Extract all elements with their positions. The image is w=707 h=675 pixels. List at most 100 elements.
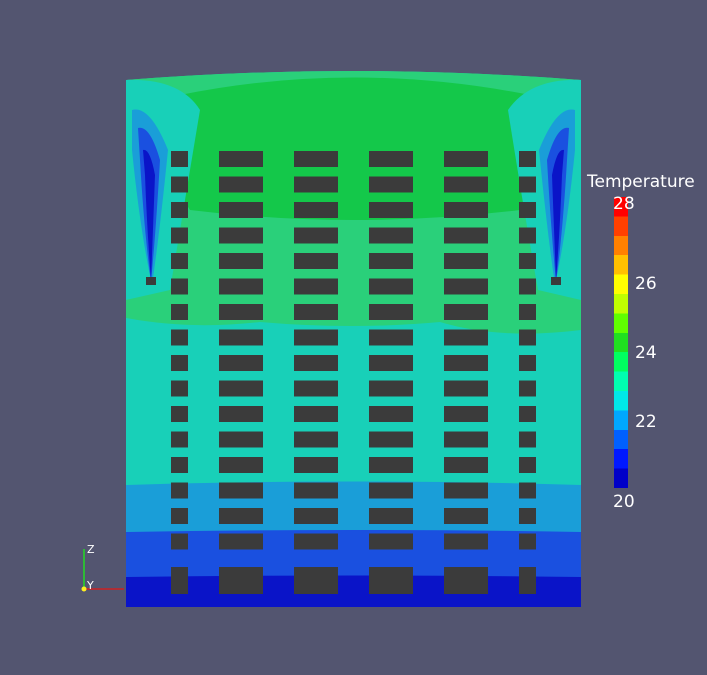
rack-block: [294, 227, 338, 244]
rack-block: [369, 227, 413, 244]
rack-block: [369, 431, 413, 448]
rack-block: [519, 304, 536, 320]
rack-block: [171, 227, 188, 244]
colorbar-tick-28: 28: [613, 194, 635, 214]
rack-block: [294, 202, 338, 218]
rack-block: [171, 482, 188, 499]
rack-block: [444, 227, 488, 244]
rack-block: [444, 202, 488, 218]
rack-block: [171, 304, 188, 320]
rack-block: [219, 253, 263, 269]
rack-block: [219, 533, 263, 550]
rack-block-base: [171, 567, 188, 594]
y-axis-dot: [81, 586, 87, 592]
rack-block: [294, 151, 338, 167]
rack-block: [294, 431, 338, 448]
rack-block: [171, 202, 188, 218]
rack-block: [519, 176, 536, 193]
rack-block: [444, 355, 488, 371]
rack-block: [219, 329, 263, 346]
rack-block: [171, 431, 188, 448]
rack-block: [219, 508, 263, 524]
colorbar-tick-20: 20: [613, 492, 635, 512]
colorbar-title: Temperature: [587, 172, 695, 192]
rack-block: [444, 151, 488, 167]
rack-block: [444, 176, 488, 193]
rack-block: [171, 176, 188, 193]
rack-block: [369, 304, 413, 320]
rack-block: [369, 380, 413, 397]
rack-block: [294, 253, 338, 269]
rack-block: [369, 329, 413, 346]
rack-block-base: [444, 567, 488, 594]
rack-block: [219, 380, 263, 397]
rack-block: [294, 329, 338, 346]
rack-block: [444, 406, 488, 422]
rack-block: [444, 278, 488, 295]
rack-block: [444, 431, 488, 448]
rack-block: [519, 253, 536, 269]
rack-block-base: [519, 567, 536, 594]
rack-block: [219, 278, 263, 295]
rack-block: [519, 227, 536, 244]
rack-block: [294, 355, 338, 371]
rack-block: [519, 406, 536, 422]
rack-block: [519, 278, 536, 295]
rack-block: [444, 482, 488, 499]
rack-block: [444, 304, 488, 320]
rack-block: [444, 508, 488, 524]
rack-block: [171, 278, 188, 295]
rack-block: [294, 304, 338, 320]
z-axis-label: Z: [87, 543, 95, 556]
rack-block: [444, 533, 488, 550]
rack-block: [369, 278, 413, 295]
rack-block: [294, 533, 338, 550]
rack-block-base: [219, 567, 263, 594]
rack-block: [219, 355, 263, 371]
rack-block-base: [369, 567, 413, 594]
rack-block: [519, 431, 536, 448]
rack-block: [444, 380, 488, 397]
colorbar-tick-22: 22: [635, 412, 657, 432]
rack-block: [171, 533, 188, 550]
rack-block: [294, 482, 338, 499]
render-viewport[interactable]: [0, 0, 707, 675]
rack-block: [519, 533, 536, 550]
rack-block: [519, 482, 536, 499]
zone-dark-blue: [126, 575, 581, 607]
rack-block: [369, 406, 413, 422]
rack-block: [294, 508, 338, 524]
temperature-field: [126, 71, 581, 607]
rack-block: [444, 457, 488, 473]
rack-block: [219, 176, 263, 193]
rack-block: [294, 406, 338, 422]
rack-block: [171, 355, 188, 371]
zone-bright-green-top: [167, 77, 543, 220]
rack-block: [171, 329, 188, 346]
rack-block: [519, 508, 536, 524]
rack-block: [219, 457, 263, 473]
rack-block: [171, 508, 188, 524]
y-axis-label: Y: [87, 579, 94, 592]
rack-block: [369, 176, 413, 193]
rack-block: [369, 533, 413, 550]
rack-block-base: [294, 567, 338, 594]
inlet-left: [146, 277, 156, 285]
rack-block: [294, 176, 338, 193]
rack-block: [219, 304, 263, 320]
colorbar-tick-26: 26: [635, 274, 657, 294]
rack-block: [171, 151, 188, 167]
rack-block: [369, 355, 413, 371]
rack-block: [519, 202, 536, 218]
rack-block: [294, 457, 338, 473]
rack-block: [519, 151, 536, 167]
rack-block: [294, 380, 338, 397]
rack-block: [171, 406, 188, 422]
rack-block: [369, 457, 413, 473]
rack-block: [519, 329, 536, 346]
rack-block: [219, 431, 263, 448]
rack-block: [294, 278, 338, 295]
rack-block: [369, 151, 413, 167]
rack-block: [219, 406, 263, 422]
rack-block: [219, 151, 263, 167]
